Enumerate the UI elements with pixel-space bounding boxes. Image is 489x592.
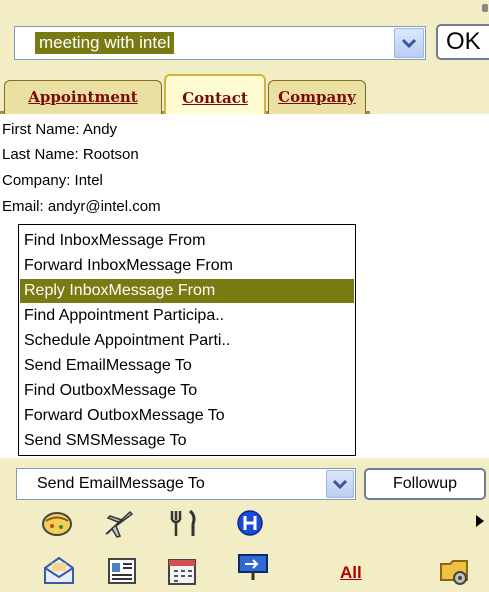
ok-button[interactable]: OK <box>436 24 489 60</box>
email-text: Email: andyr@intel.com <box>2 198 161 215</box>
search-dropdown-button[interactable] <box>394 28 424 58</box>
airplane-icon[interactable] <box>100 508 136 538</box>
list-item[interactable]: Find OutboxMessage To <box>20 379 354 403</box>
food-icon[interactable] <box>40 508 76 538</box>
chevron-down-icon <box>402 38 416 48</box>
action-dropdown-button[interactable] <box>326 470 354 498</box>
list-item[interactable]: Forward InboxMessage From <box>20 254 354 278</box>
list-item[interactable]: Schedule Appointment Parti.. <box>20 329 354 353</box>
action-select[interactable]: Send EmailMessage To <box>16 468 356 500</box>
list-item[interactable]: Find Appointment Participa.. <box>20 304 354 328</box>
followup-button[interactable]: Followup <box>364 468 486 500</box>
list-item[interactable]: Send EmailMessage To <box>20 354 354 378</box>
search-input-value[interactable]: meeting with intel <box>35 32 175 54</box>
hotel-icon[interactable] <box>236 508 272 538</box>
search-combobox[interactable]: meeting with intel <box>14 26 426 60</box>
tab-company[interactable]: Company <box>268 80 366 114</box>
utensils-icon[interactable] <box>166 508 202 538</box>
scroll-indicator <box>482 4 488 12</box>
tab-contact[interactable]: Contact <box>164 74 266 114</box>
actions-list[interactable]: Find InboxMessage From Forward InboxMess… <box>18 224 356 456</box>
company-text: Company: Intel <box>2 172 103 189</box>
first-name-text: First Name: Andy <box>2 121 118 138</box>
folder-settings-icon[interactable] <box>438 556 474 586</box>
tasks-icon[interactable] <box>236 552 272 582</box>
toolbar-scroll-right-icon[interactable] <box>476 515 484 527</box>
action-select-value: Send EmailMessage To <box>37 475 205 492</box>
all-link[interactable]: All <box>340 562 362 584</box>
list-item[interactable]: Send SMSMessage To <box>20 429 354 453</box>
last-name-text: Last Name: Rootson <box>2 146 139 163</box>
chevron-down-icon <box>333 479 347 489</box>
list-item[interactable]: Find InboxMessage From <box>20 229 354 253</box>
list-item-selected[interactable]: Reply InboxMessage From <box>20 279 354 303</box>
mail-icon[interactable] <box>42 555 78 585</box>
tab-appointment[interactable]: Appointment <box>4 80 162 114</box>
list-item[interactable]: Forward OutboxMessage To <box>20 404 354 428</box>
contacts-icon[interactable] <box>106 556 142 586</box>
calendar-icon[interactable] <box>166 557 202 587</box>
